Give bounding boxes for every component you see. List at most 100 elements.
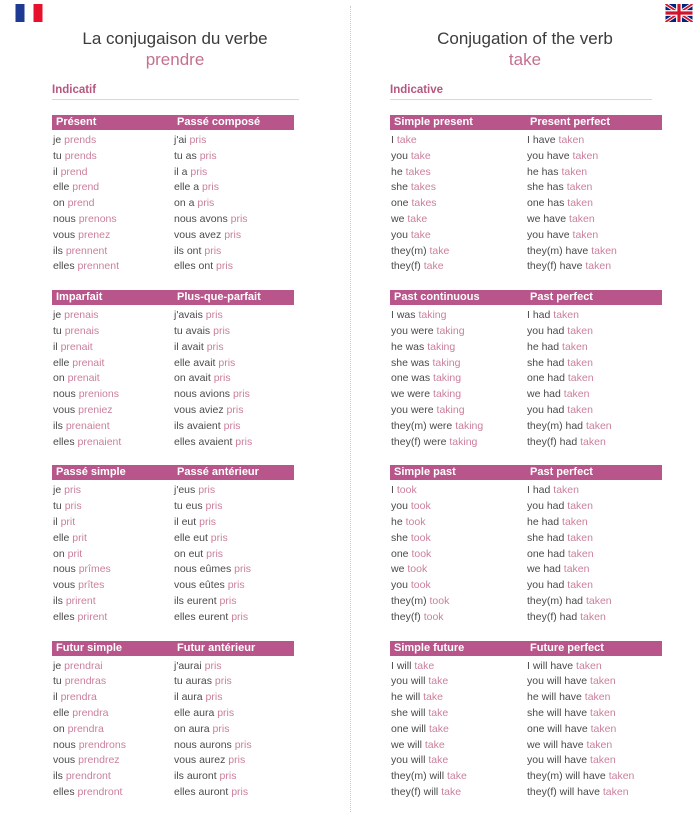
verb-form: taken bbox=[602, 785, 629, 798]
conjugation-row: nous prîmes bbox=[52, 562, 173, 578]
pronoun: you were bbox=[391, 324, 434, 337]
english-mood-rule bbox=[390, 99, 652, 100]
verb-form: pris bbox=[216, 260, 233, 273]
tense-row: Futur simple je prendrai tu prendras il pre… bbox=[52, 626, 314, 801]
verb-form: prendra bbox=[60, 691, 97, 704]
pronoun: je bbox=[53, 659, 62, 672]
pronoun: on bbox=[53, 197, 65, 210]
verb-form: pris bbox=[231, 785, 249, 798]
conjugation-row: elles prirent bbox=[52, 610, 173, 626]
pronoun: one has bbox=[527, 197, 565, 210]
conjugation-row: I will take bbox=[390, 659, 526, 675]
conjugation-row: j'avais pris bbox=[173, 308, 294, 324]
pronoun: elle bbox=[53, 356, 70, 369]
tense-header: Future perfect bbox=[526, 640, 662, 656]
conjugation-row: on prendra bbox=[52, 722, 173, 738]
english-mood-section: Indicative bbox=[390, 84, 652, 100]
conjugation-row: one will take bbox=[390, 722, 526, 738]
tense-header: Simple present bbox=[390, 115, 526, 130]
conjugation-row: one took bbox=[390, 547, 526, 563]
pronoun: he had bbox=[527, 515, 560, 528]
verb-form: taken bbox=[590, 722, 617, 735]
verb-form: prends bbox=[64, 134, 97, 146]
conjugation-list: I had taken you had taken he had taken she … bbox=[526, 305, 662, 450]
pronoun: one had bbox=[527, 372, 565, 385]
verb-form: taking bbox=[436, 403, 465, 416]
conjugation-row: they(f) have taken bbox=[526, 259, 662, 275]
pronoun: elle eut bbox=[174, 531, 208, 544]
pronoun: we have bbox=[527, 212, 567, 225]
pronoun: they(f) will have bbox=[527, 785, 600, 798]
conjugation-row: elle eut pris bbox=[173, 531, 294, 547]
conjugation-row: you had taken bbox=[526, 578, 662, 594]
conjugation-row: she takes bbox=[390, 180, 526, 196]
conjugation-row: they(f) take bbox=[390, 259, 526, 275]
verb-form: took bbox=[410, 531, 431, 544]
verb-form: take bbox=[441, 785, 462, 798]
pronoun: I bbox=[391, 484, 394, 497]
verb-form: taken bbox=[566, 181, 593, 194]
verb-form: take bbox=[424, 738, 445, 751]
verb-form: pris bbox=[204, 244, 222, 257]
conjugation-row: she will take bbox=[390, 706, 526, 722]
conjugation-row: elles prendront bbox=[52, 785, 173, 801]
verb-form: taken bbox=[562, 340, 588, 353]
conjugation-row: they(m) took bbox=[390, 594, 526, 610]
verb-form: pris bbox=[205, 691, 223, 704]
verb-form: taken bbox=[567, 500, 593, 513]
french-tense-grid: Présent je prends tu prends il prend elle pr… bbox=[0, 100, 350, 801]
verb-form: taken bbox=[553, 484, 579, 497]
pronoun: she had bbox=[527, 356, 565, 369]
conjugation-row: they(m) have taken bbox=[526, 244, 662, 260]
pronoun: you will have bbox=[527, 754, 588, 767]
tense-block: Imparfait je prenais tu prenais il prenait e… bbox=[52, 290, 173, 450]
verb-form: pris bbox=[234, 563, 252, 576]
pronoun: elles ont bbox=[174, 260, 214, 273]
conjugation-row: one has taken bbox=[526, 196, 662, 212]
tense-header: Présent bbox=[52, 115, 173, 130]
tense-block: Plus-que-parfait j'avais pris tu avais pri… bbox=[173, 290, 294, 450]
verb-form: pris bbox=[223, 419, 241, 432]
conjugation-row: she had taken bbox=[526, 531, 662, 547]
pronoun: we bbox=[391, 212, 405, 225]
conjugation-row: they(f) took bbox=[390, 610, 526, 626]
pronoun: vous avez bbox=[174, 228, 222, 241]
conjugation-row: ils auront pris bbox=[173, 769, 294, 785]
pronoun: on aura bbox=[174, 722, 210, 735]
verb-form: take bbox=[396, 134, 417, 146]
verb-form: pris bbox=[64, 500, 82, 513]
conjugation-row: il eut pris bbox=[173, 515, 294, 531]
verb-form: prîmes bbox=[78, 563, 111, 576]
verb-form: pris bbox=[227, 579, 245, 592]
verb-form: prirent bbox=[77, 610, 108, 623]
conjugation-row: we have taken bbox=[526, 212, 662, 228]
tense-block: Futur antérieur j'aurai pris tu auras pris… bbox=[173, 640, 294, 801]
pronoun: she will bbox=[391, 706, 426, 719]
pronoun: they(m) had bbox=[527, 419, 584, 432]
pronoun: ils bbox=[53, 770, 63, 783]
tense-column: Passé antérieur j'eus pris tu eus pris il e… bbox=[173, 450, 294, 625]
verb-form: pris bbox=[224, 228, 242, 241]
conjugation-row: he had taken bbox=[526, 340, 662, 356]
pronoun: I was bbox=[391, 309, 416, 322]
pronoun: you will bbox=[391, 754, 426, 767]
verb-form: pris bbox=[231, 610, 249, 623]
pronoun: ils eurent bbox=[174, 594, 217, 607]
french-panel: La conjugaison du verbe prendre Indicati… bbox=[0, 0, 350, 818]
verb-form: prenions bbox=[78, 388, 119, 401]
pronoun: I bbox=[391, 134, 394, 146]
conjugation-row: vous prîtes bbox=[52, 578, 173, 594]
conjugation-row: ils prendront bbox=[52, 769, 173, 785]
verb-form: pris bbox=[213, 372, 231, 385]
tense-column: Present perfect I have taken you have take… bbox=[526, 100, 662, 275]
pronoun: one was bbox=[391, 372, 431, 385]
conjugation-row: nous avons pris bbox=[173, 212, 294, 228]
pronoun: he bbox=[391, 165, 403, 178]
conjugation-row: ils eurent pris bbox=[173, 594, 294, 610]
tense-block: Simple future I will take you will take he … bbox=[390, 640, 526, 801]
conjugation-row: they(f) had taken bbox=[526, 610, 662, 626]
verb-form: taken bbox=[572, 228, 599, 241]
tense-column: Futur simple je prendrai tu prendras il pre… bbox=[52, 626, 173, 801]
conjugation-row: you were taking bbox=[390, 324, 526, 340]
pronoun: on bbox=[53, 722, 65, 735]
